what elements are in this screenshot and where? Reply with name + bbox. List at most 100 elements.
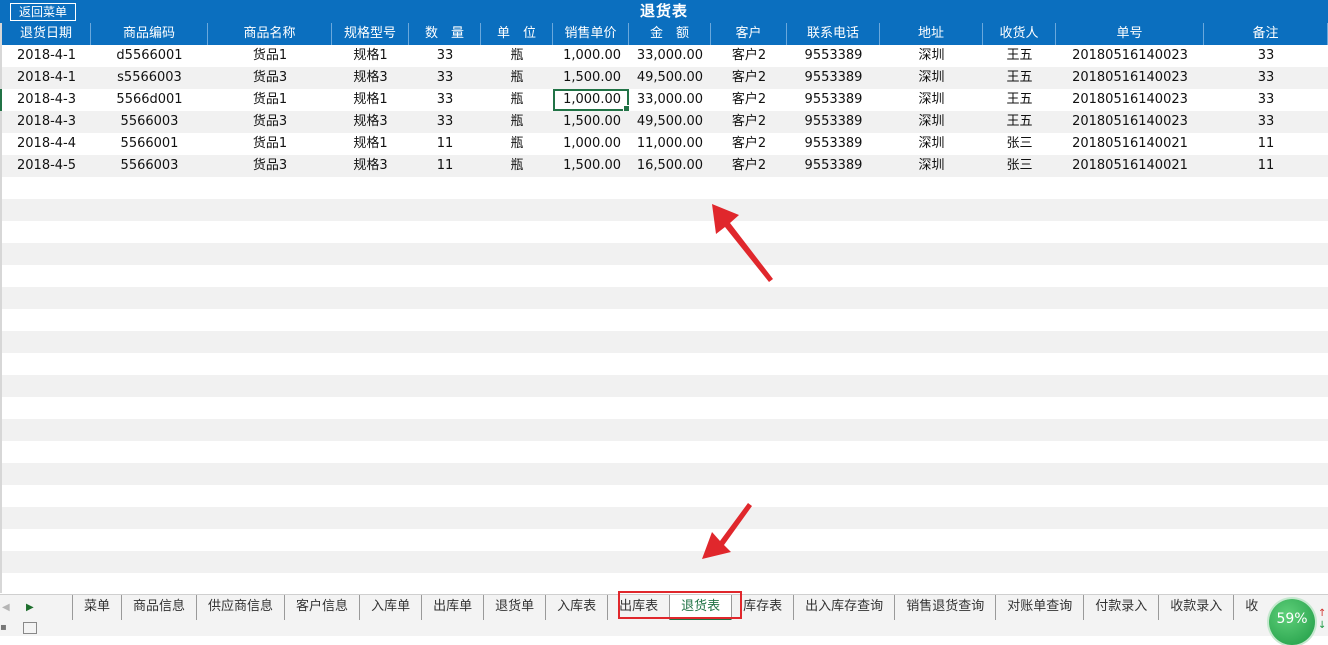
sheet-tab[interactable]: 菜单 [72, 595, 121, 621]
table-cell[interactable]: 5566003 [91, 111, 208, 133]
sheet-tab[interactable]: 供应商信息 [196, 595, 284, 621]
table-cell[interactable]: 瓶 [481, 111, 553, 133]
table-cell[interactable]: 11 [1204, 133, 1328, 155]
zoom-badge[interactable]: 59% [1269, 599, 1315, 645]
table-cell[interactable]: 5566003 [91, 155, 208, 177]
table-cell[interactable]: 瓶 [481, 89, 553, 111]
table-cell[interactable]: 33 [1204, 45, 1328, 67]
empty-row[interactable] [2, 243, 1328, 265]
empty-row[interactable] [2, 419, 1328, 441]
table-cell[interactable]: 33 [409, 45, 481, 67]
sheet-tab[interactable]: 入库表 [545, 595, 607, 621]
macro-record-icon[interactable] [23, 622, 37, 634]
table-cell[interactable]: 1,500.00 [553, 111, 629, 133]
table-cell[interactable]: 深圳 [880, 111, 983, 133]
table-cell[interactable]: 张三 [983, 133, 1056, 155]
sheet-tab[interactable]: 入库单 [359, 595, 421, 621]
empty-row[interactable] [2, 375, 1328, 397]
table-cell[interactable]: 规格1 [332, 89, 409, 111]
table-cell[interactable]: 49,500.00 [629, 111, 711, 133]
column-header[interactable]: 备注 [1204, 23, 1328, 45]
column-header[interactable]: 数 量 [409, 23, 481, 45]
table-cell[interactable]: 9553389 [787, 111, 880, 133]
table-cell[interactable]: 客户2 [711, 111, 787, 133]
table-cell[interactable]: 33,000.00 [629, 45, 711, 67]
selected-cell[interactable]: 1,000.00 [553, 89, 629, 111]
column-header[interactable]: 商品编码 [91, 23, 208, 45]
sheet-tab[interactable]: 收 [1233, 595, 1269, 621]
table-cell[interactable]: 1,500.00 [553, 67, 629, 89]
column-header[interactable]: 地址 [880, 23, 983, 45]
table-cell[interactable]: 1,500.00 [553, 155, 629, 177]
table-cell[interactable]: 王五 [983, 89, 1056, 111]
sheet-tab[interactable]: 退货单 [483, 595, 545, 621]
table-cell[interactable]: 20180516140021 [1056, 133, 1204, 155]
sheet-tab[interactable]: 收款录入 [1158, 595, 1233, 621]
table-cell[interactable]: 1,000.00 [553, 133, 629, 155]
table-cell[interactable]: 客户2 [711, 133, 787, 155]
empty-row[interactable] [2, 221, 1328, 243]
column-header[interactable]: 商品名称 [208, 23, 332, 45]
scroll-tabs-right-icon[interactable]: ▶ [26, 600, 38, 616]
sheet-tab[interactable]: 付款录入 [1083, 595, 1158, 621]
table-cell[interactable]: 20180516140023 [1056, 45, 1204, 67]
table-cell[interactable]: 深圳 [880, 89, 983, 111]
table-cell[interactable]: 2018-4-1 [2, 67, 91, 89]
table-cell[interactable]: 规格3 [332, 67, 409, 89]
table-cell[interactable]: 9553389 [787, 67, 880, 89]
empty-row[interactable] [2, 485, 1328, 507]
table-cell[interactable]: 客户2 [711, 45, 787, 67]
table-cell[interactable]: 33 [1204, 111, 1328, 133]
table-cell[interactable]: 深圳 [880, 155, 983, 177]
table-cell[interactable]: 20180516140021 [1056, 155, 1204, 177]
table-cell[interactable]: 2018-4-4 [2, 133, 91, 155]
back-to-menu-button[interactable]: 返回菜单 [10, 3, 76, 21]
column-header[interactable]: 退货日期 [2, 23, 91, 45]
scroll-tabs-left-icon[interactable]: ◀ [2, 600, 12, 616]
table-cell[interactable]: 9553389 [787, 155, 880, 177]
table-cell[interactable]: d5566001 [91, 45, 208, 67]
table-cell[interactable]: 11,000.00 [629, 133, 711, 155]
empty-row[interactable] [2, 573, 1328, 595]
sheet-tab[interactable]: 客户信息 [284, 595, 359, 621]
sheet-tab[interactable]: 对账单查询 [995, 595, 1083, 621]
table-cell[interactable]: 33 [1204, 89, 1328, 111]
table-cell[interactable]: 瓶 [481, 155, 553, 177]
table-cell[interactable]: 11 [1204, 155, 1328, 177]
table-cell[interactable]: 9553389 [787, 45, 880, 67]
table-cell[interactable]: 瓶 [481, 133, 553, 155]
table-cell[interactable]: s5566003 [91, 67, 208, 89]
table-cell[interactable]: 2018-4-3 [2, 89, 91, 111]
table-cell[interactable]: 33 [409, 111, 481, 133]
empty-row[interactable] [2, 287, 1328, 309]
table-cell[interactable]: 深圳 [880, 45, 983, 67]
column-header[interactable]: 单号 [1056, 23, 1204, 45]
table-cell[interactable]: 20180516140023 [1056, 111, 1204, 133]
table-cell[interactable]: 33 [409, 67, 481, 89]
empty-row[interactable] [2, 463, 1328, 485]
table-cell[interactable]: 9553389 [787, 89, 880, 111]
table-cell[interactable]: 货品3 [208, 111, 332, 133]
table-cell[interactable]: 货品1 [208, 133, 332, 155]
table-cell[interactable]: 深圳 [880, 67, 983, 89]
empty-row[interactable] [2, 397, 1328, 419]
table-cell[interactable]: 客户2 [711, 67, 787, 89]
table-cell[interactable]: 客户2 [711, 155, 787, 177]
column-header[interactable]: 收货人 [983, 23, 1056, 45]
table-cell[interactable]: 张三 [983, 155, 1056, 177]
empty-row[interactable] [2, 353, 1328, 375]
table-cell[interactable]: 规格3 [332, 111, 409, 133]
sheet-tab[interactable]: 退货表 [669, 595, 732, 621]
empty-row[interactable] [2, 441, 1328, 463]
column-header[interactable]: 销售单价 [553, 23, 629, 45]
column-header[interactable]: 单 位 [481, 23, 553, 45]
table-cell[interactable]: 2018-4-5 [2, 155, 91, 177]
empty-row[interactable] [2, 529, 1328, 551]
sheet-tab[interactable]: 库存表 [731, 595, 793, 621]
table-cell[interactable]: 2018-4-1 [2, 45, 91, 67]
table-cell[interactable]: 20180516140023 [1056, 89, 1204, 111]
table-cell[interactable]: 客户2 [711, 89, 787, 111]
table-cell[interactable]: 16,500.00 [629, 155, 711, 177]
table-cell[interactable]: 瓶 [481, 67, 553, 89]
table-cell[interactable]: 货品1 [208, 45, 332, 67]
